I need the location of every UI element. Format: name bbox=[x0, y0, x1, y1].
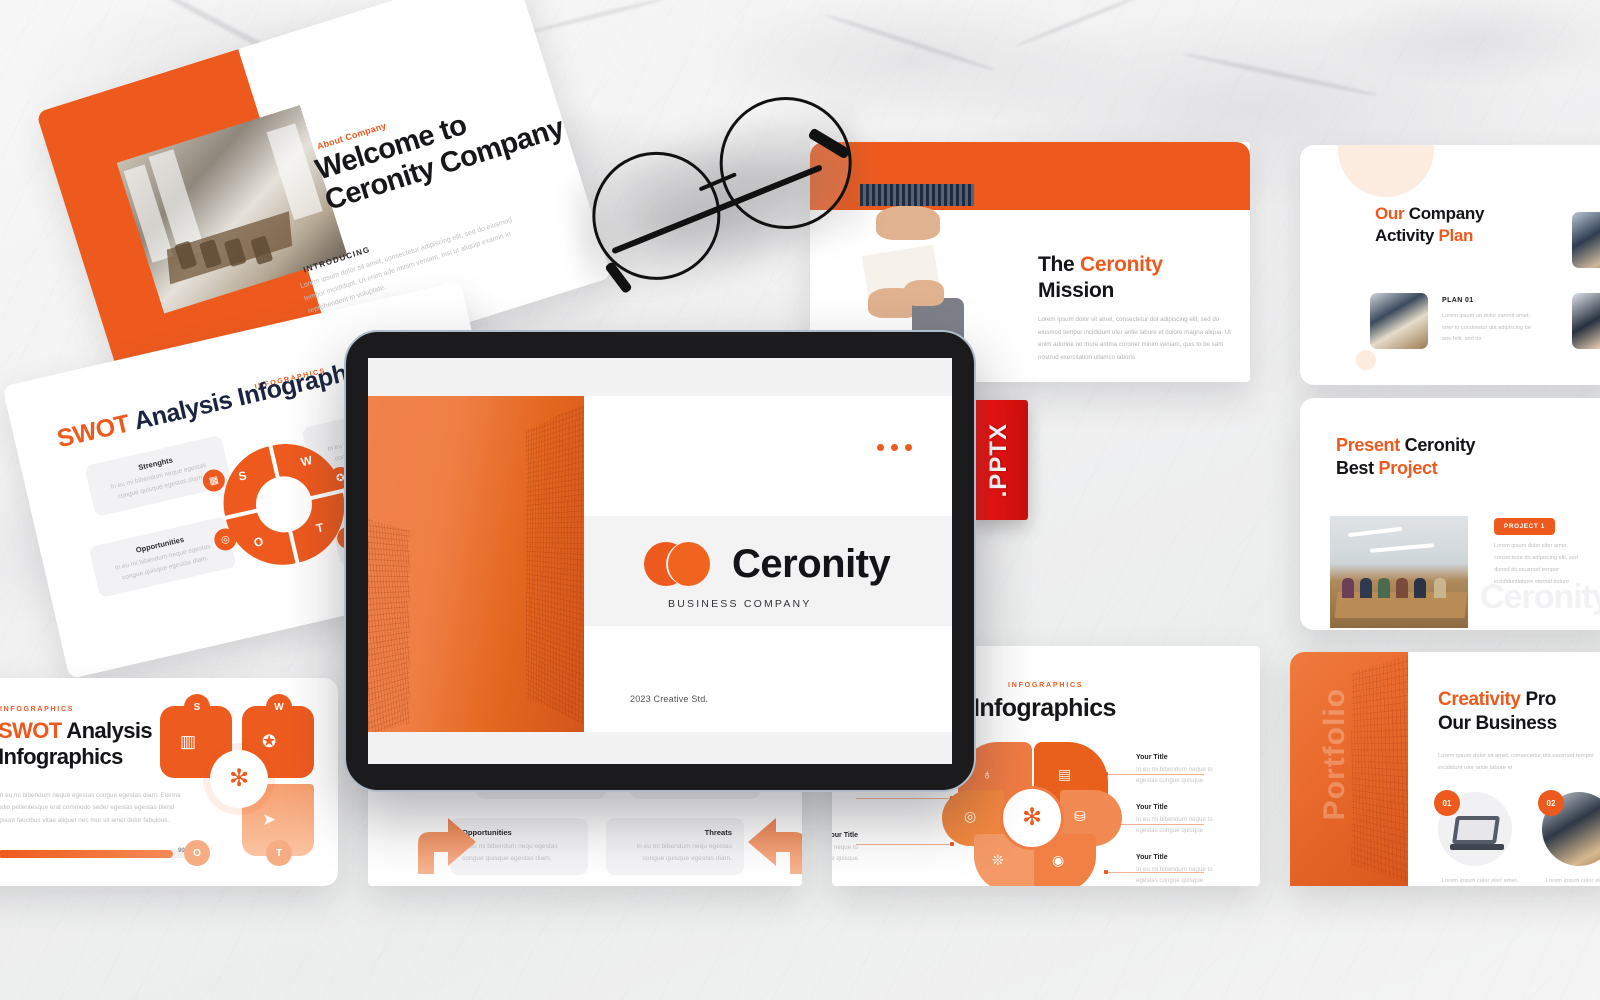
card-number: 02 bbox=[1538, 790, 1564, 816]
conference-room-photo bbox=[1330, 516, 1468, 628]
orange-portfolio-panel: Portfolio bbox=[1290, 652, 1408, 886]
decor-circle bbox=[1338, 145, 1434, 197]
swot-letter-s: S bbox=[184, 694, 210, 720]
card-number: 01 bbox=[1434, 790, 1460, 816]
screen-top-band bbox=[368, 358, 952, 396]
portfolio-card: 02 Lorem ipsum color siter amet, consect… bbox=[1538, 790, 1600, 886]
marble-vein bbox=[1014, 0, 1146, 49]
slide-body-text: Lorem ipsum dolor sit amet, consectetur … bbox=[1438, 753, 1594, 772]
brand-name: Ceronity bbox=[732, 542, 891, 586]
rocket-icon: ➤ bbox=[262, 810, 277, 829]
item-body: In eu mi bibendum neque to egestas congu… bbox=[1136, 766, 1213, 785]
splat-icon: ✻ bbox=[1000, 786, 1064, 850]
plan-item-label: PLAN 01 bbox=[1442, 297, 1474, 304]
marble-vein bbox=[1181, 51, 1379, 98]
slide-title: Present Ceronity Best Project bbox=[1336, 435, 1476, 479]
fingerprint-icon: ◎ bbox=[180, 810, 195, 829]
slide-present-best-project[interactable]: Present Ceronity Best Project Ceronity PR… bbox=[1300, 398, 1600, 630]
swot-letter-w: W bbox=[266, 694, 292, 720]
arrow-right-icon bbox=[418, 818, 476, 874]
gears-icon: ❊ bbox=[992, 852, 1004, 868]
building-photo bbox=[368, 396, 584, 732]
plan-thumbnail bbox=[1572, 293, 1600, 349]
slide-title: Our Company Activity Plan bbox=[1375, 204, 1485, 245]
swot-letter-t: T bbox=[266, 840, 292, 866]
plan-thumbnail bbox=[1572, 212, 1600, 268]
slide-eyebrow: INFOGRAPHICS bbox=[0, 706, 75, 713]
item-heading: Your Title bbox=[832, 832, 858, 839]
item-body: In eu mi bibendum neque to egestas congu… bbox=[1136, 816, 1213, 835]
medal-icon: ✪ bbox=[262, 732, 277, 751]
card-body: Lorem ipsum color siter amet, consectetu… bbox=[1545, 878, 1600, 884]
splat-icon: ✻ bbox=[210, 750, 268, 808]
info-item: Your Title In eu mi bibendum neque to eg… bbox=[1136, 854, 1234, 886]
connector-line bbox=[856, 844, 952, 845]
swot-letter-o: O bbox=[184, 840, 210, 866]
slide-swot-analysis-leaf[interactable]: INFOGRAPHICS SWOT Analysis Infographics … bbox=[0, 678, 338, 886]
slide-title: The Ceronity Mission bbox=[1038, 253, 1163, 303]
eye-icon: ◉ bbox=[1052, 852, 1065, 868]
brand-logo-row: Ceronity bbox=[644, 542, 891, 586]
connector-dot bbox=[950, 842, 954, 846]
scene-stage: About Company Welcome to Ceronity Compan… bbox=[0, 0, 1600, 1000]
ceronity-logo-icon bbox=[644, 542, 710, 586]
marble-vein bbox=[823, 12, 997, 73]
presentation-chart-icon: ▤ bbox=[1058, 766, 1072, 782]
brand-tagline: BUSINESS COMPANY bbox=[668, 598, 812, 610]
three-dots-icon[interactable] bbox=[877, 444, 912, 451]
lightbulb-icon: ♁ bbox=[982, 766, 993, 782]
item-heading: Your Title bbox=[1136, 854, 1168, 861]
project-body-text: Lorem ipsum dolor siter amet, consectetu… bbox=[1494, 543, 1578, 586]
slide-credit: 2023 Creative Std. bbox=[630, 694, 709, 704]
arrow-left-icon bbox=[748, 818, 802, 874]
plan-thumbnail bbox=[1370, 293, 1428, 349]
screen-bottom-band bbox=[368, 732, 952, 764]
swot-card-threats: Threats In eu mi bibendum nequ egestas c… bbox=[606, 818, 744, 876]
card-body: In eu mi bibendum nequ egestas congue qu… bbox=[636, 843, 732, 863]
slide-title: Creativity Pro Our Business bbox=[1438, 689, 1557, 735]
tablet-screen[interactable]: Ceronity BUSINESS COMPANY 2023 Creative … bbox=[368, 358, 952, 764]
card-body: Lorem ipsum color siter amet, consectetu… bbox=[1441, 878, 1519, 884]
info-item: Your Title In eu mi bibendum neque to eg… bbox=[832, 832, 858, 865]
item-heading: Your Title bbox=[1136, 754, 1168, 761]
decor-dot bbox=[1356, 350, 1376, 370]
database-icon: ⛁ bbox=[1074, 808, 1086, 824]
info-item: Your Title In eu mi bibendum neque to eg… bbox=[1136, 804, 1234, 837]
pptx-label: .PPTX bbox=[985, 422, 1012, 498]
infographic-wheel: ♁ ▤ ◎ ⛁ ❊ ◉ ✻ bbox=[942, 742, 1122, 886]
item-heading: Your Title bbox=[1136, 804, 1168, 811]
slide-eyebrow: INFOGRAPHICS bbox=[1008, 682, 1084, 689]
signing-document-photo bbox=[860, 184, 974, 344]
item-body: In eu mi bibendum neque to egestas congu… bbox=[1136, 866, 1213, 885]
target-icon: ◎ bbox=[964, 808, 977, 824]
swot-card-opportunities: Opportunities In eu mi bibendum neque eg… bbox=[88, 515, 237, 599]
slide-body-text: Lorem ipsum dolor sit amet, consectetur … bbox=[1038, 316, 1231, 362]
tablet-device[interactable]: Ceronity BUSINESS COMPANY 2023 Creative … bbox=[344, 330, 976, 792]
item-body: In eu mi bibendum neque to egestas congu… bbox=[832, 844, 858, 863]
bar-chart-icon: ▥ bbox=[180, 732, 197, 751]
portfolio-card: 01 Lorem ipsum color siter amet, consect… bbox=[1434, 790, 1522, 886]
slide-title: Welcome to Ceronity Company bbox=[311, 108, 568, 218]
slide-creativity-pro[interactable]: Portfolio Creativity Pro Our Business Lor… bbox=[1290, 652, 1600, 886]
marble-vein bbox=[521, 0, 669, 37]
plan-item-body: Lorem ipsum an dolor varonit amet, oner … bbox=[1442, 313, 1531, 343]
swot-leaf-diagram: ▥ ✪ ◎ ➤ S W O T ✻ bbox=[160, 694, 318, 866]
card-heading: Threats bbox=[704, 828, 732, 837]
info-item: Your Title In eu mi bibendum neque to eg… bbox=[1136, 754, 1234, 787]
slide-company-activity-plan[interactable]: Our Company Activity Plan PLAN 01 Lorem i… bbox=[1300, 145, 1600, 385]
project-tag-badge: PROJECT 1 bbox=[1494, 518, 1555, 535]
pptx-format-badge: .PPTX bbox=[970, 400, 1028, 520]
vertical-label: Portfolio bbox=[1318, 688, 1351, 821]
connector-line bbox=[856, 798, 952, 799]
